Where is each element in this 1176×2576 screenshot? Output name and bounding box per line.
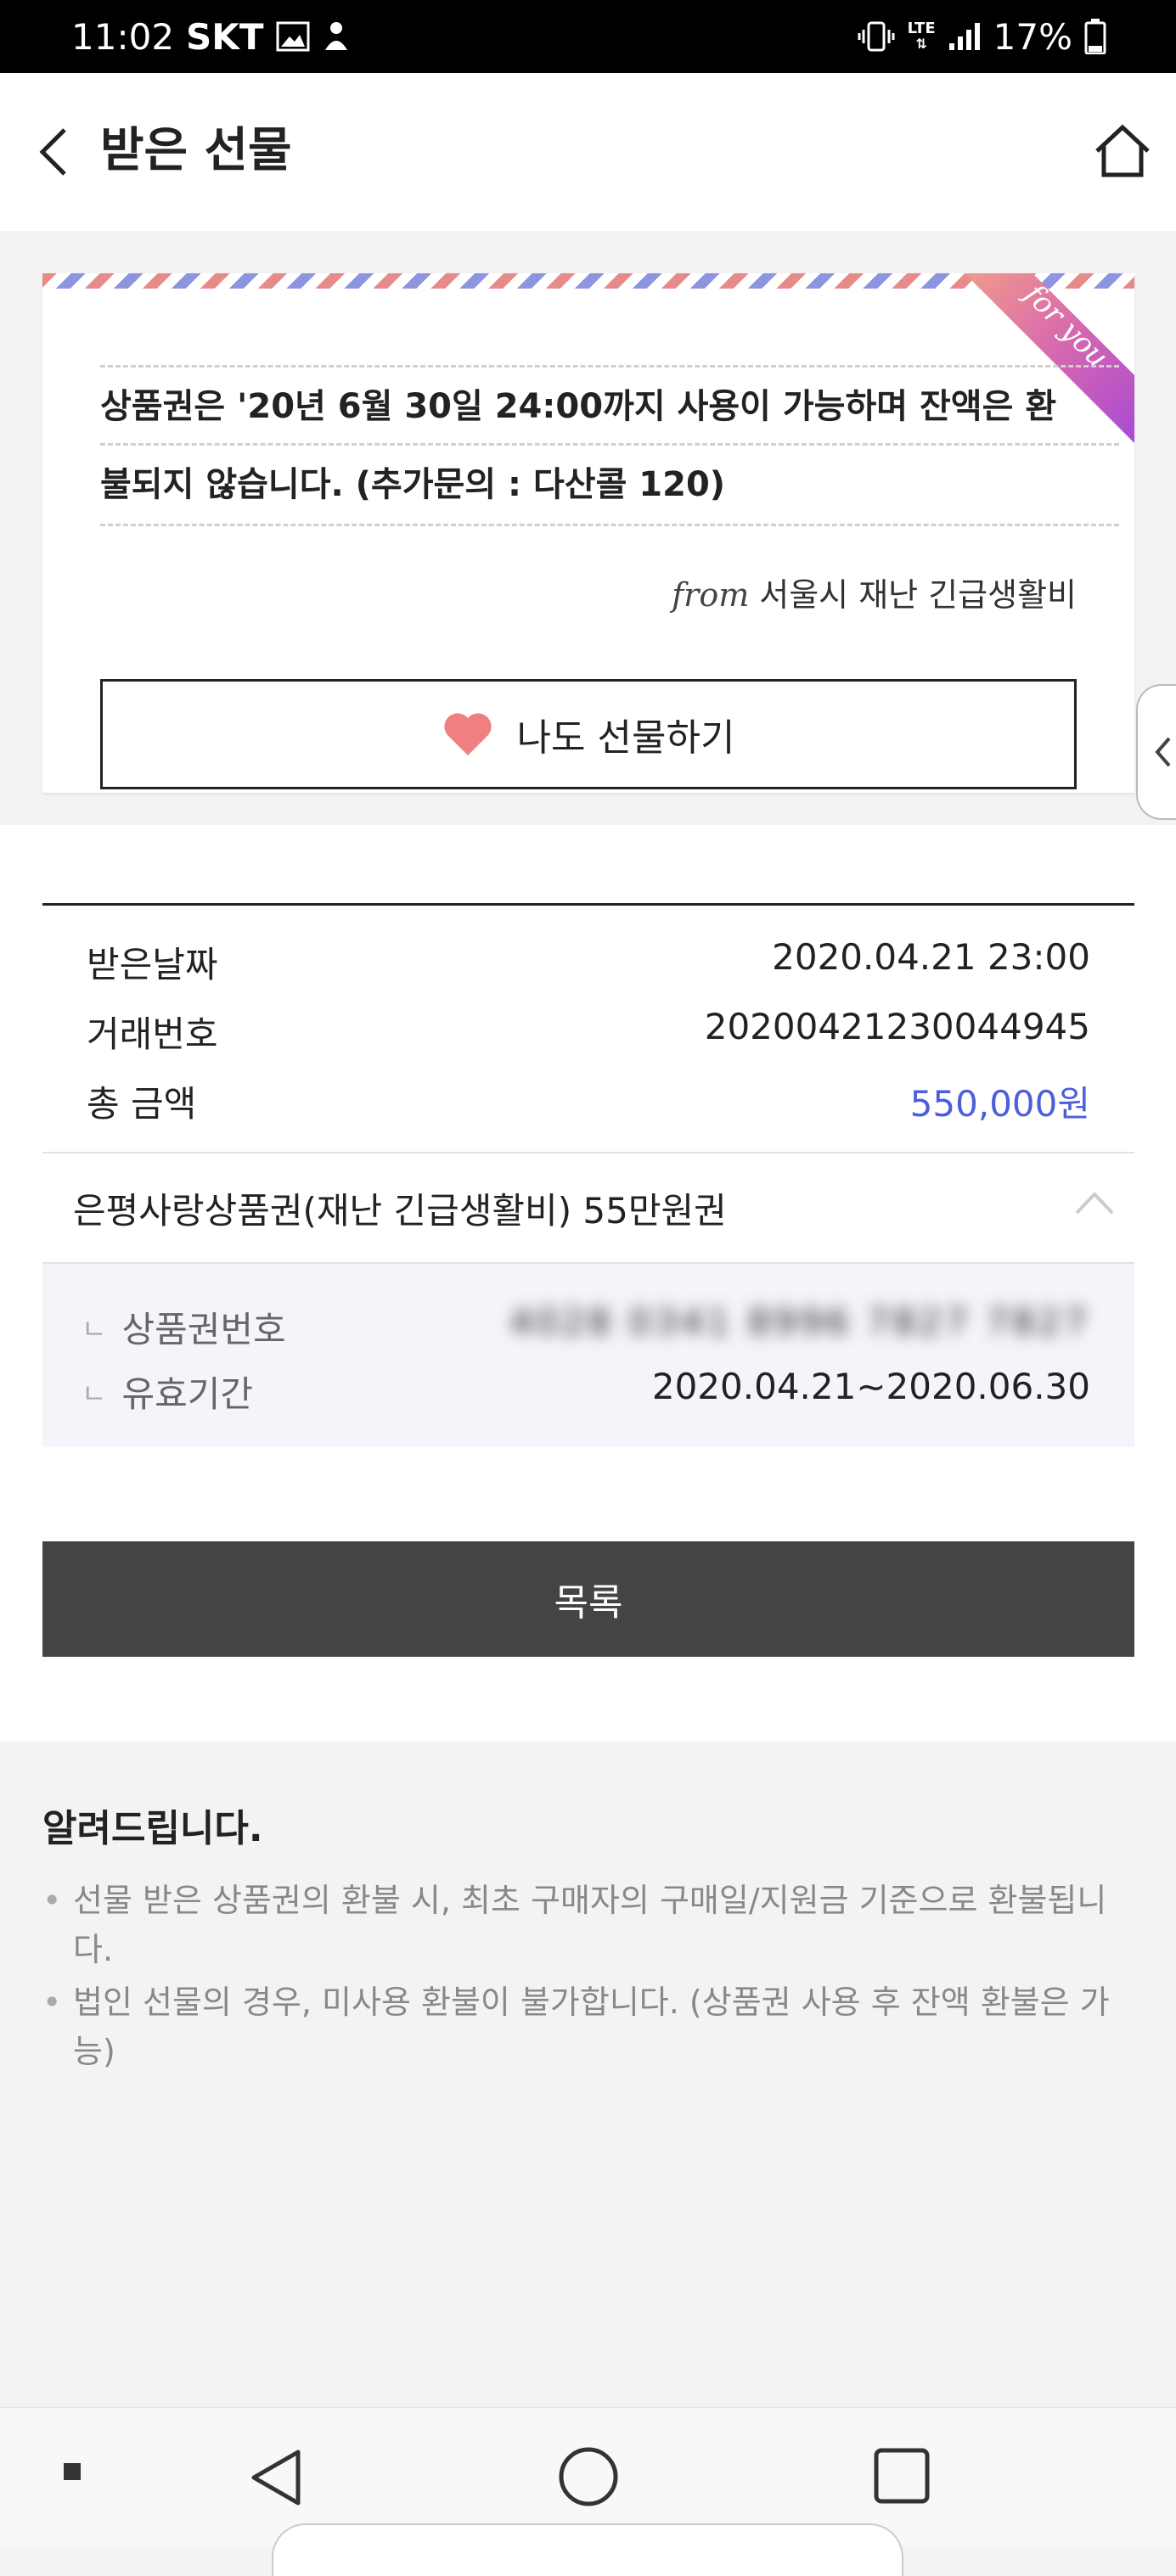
app-header: 받은 선물 [0, 73, 1176, 231]
notice-section: 알려드립니다. 선물 받은 상품권의 환불 시, 최초 구매자의 구매일/지원금… [0, 1742, 1176, 2407]
product-details: ㄴ 상품권번호 4028 0341 8996 7827 7827 ㄴ 유효기간 … [42, 1264, 1134, 1447]
nav-home-button[interactable] [557, 2445, 620, 2508]
gift-info-section: 받은날짜 2020.04.21 23:00 거래번호 2020042123004… [0, 825, 1176, 1742]
signal-icon [948, 21, 982, 52]
battery-percent: 17% [993, 15, 1072, 58]
status-bar: 11:02 SKT LTE ⇅ 17% [0, 0, 1176, 73]
chevron-left-icon [39, 128, 66, 176]
gift-message: 상품권은 '20년 6월 30일 24:00까지 사용이 가능하며 잔액은 환 … [100, 365, 1119, 526]
home-icon [1095, 124, 1150, 177]
page-title: 받은 선물 [100, 123, 292, 178]
info-value: 2020.04.21 23:00 [772, 936, 1090, 978]
nav-recents-button[interactable] [871, 2445, 932, 2506]
chevron-left-icon [1155, 737, 1171, 767]
info-row-received-date: 받은날짜 2020.04.21 23:00 [42, 926, 1134, 996]
network-type: LTE [907, 20, 936, 37]
gift-sender: from 서울시 재난 긴급생활비 [672, 569, 1077, 615]
square-recents-icon [874, 2448, 930, 2504]
detail-label-wrap: ㄴ 유효기간 [82, 1366, 253, 1417]
notice-title: 알려드립니다. [42, 1807, 263, 1850]
detail-label: 유효기간 [121, 1373, 254, 1415]
gift-card: for you 상품권은 '20년 6월 30일 24:00까지 사용이 가능하… [42, 273, 1134, 793]
gesture-pill [272, 2523, 903, 2576]
notice-list: 선물 받은 상품권의 환불 시, 최초 구매자의 구매일/지원금 기준으로 환불… [42, 1876, 1134, 2079]
nav-back-button[interactable] [246, 2445, 306, 2510]
from-label: from [672, 576, 750, 614]
triangle-back-icon [251, 2450, 301, 2506]
dot-icon [64, 2463, 81, 2480]
back-button[interactable] [37, 124, 80, 180]
nav-menu-dot[interactable] [59, 2459, 85, 2484]
detail-row-voucher-number: ㄴ 상품권번호 4028 0341 8996 7827 7827 [42, 1294, 1134, 1354]
product-accordion-header[interactable]: 은평사랑상품권(재난 긴급생활비) 55만원권 [42, 1153, 1134, 1264]
gift-message-line: 불되지 않습니다. (추가문의 : 다산콜 120) [100, 465, 726, 504]
heart-icon [443, 713, 492, 755]
home-button[interactable] [1092, 121, 1153, 182]
system-nav-bar [0, 2407, 1176, 2576]
notice-item: 법인 선물의 경우, 미사용 환불이 불가합니다. (상품권 사용 후 잔액 환… [42, 1978, 1134, 2076]
info-row-total-amount: 총 금액 550,000원 [42, 1065, 1134, 1135]
info-label: 거래번호 [87, 1013, 218, 1055]
info-value: 20200421230044945 [704, 1006, 1090, 1047]
vibrate-icon [857, 20, 896, 53]
info-label: 받은날짜 [87, 944, 218, 985]
send-gift-button[interactable]: 나도 선물하기 [100, 679, 1077, 789]
gallery-icon [276, 21, 310, 52]
sub-item-icon: ㄴ [82, 1312, 107, 1345]
gift-info-table: 받은날짜 2020.04.21 23:00 거래번호 2020042123004… [42, 903, 1134, 1447]
status-time: 11:02 [71, 15, 175, 58]
total-amount: 550,000원 [909, 1083, 1090, 1125]
product-name: 은평사랑상품권(재난 긴급생활비) 55만원권 [73, 1190, 727, 1232]
sender-name: 서울시 재난 긴급생활비 [759, 576, 1077, 614]
detail-row-validity: ㄴ 유효기간 2020.04.21~2020.06.30 [42, 1359, 1134, 1418]
list-button[interactable]: 목록 [42, 1541, 1134, 1657]
info-label: 총 금액 [87, 1083, 197, 1125]
detail-label: 상품권번호 [121, 1309, 286, 1350]
lte-icon: LTE ⇅ [907, 20, 936, 52]
status-carrier: SKT [186, 15, 264, 58]
notice-item: 선물 받은 상품권의 환불 시, 최초 구매자의 구매일/지원금 기준으로 환불… [42, 1876, 1134, 1974]
voucher-number: 4028 0341 8996 7827 7827 [509, 1301, 1090, 1343]
detail-label-wrap: ㄴ 상품권번호 [82, 1301, 286, 1353]
sub-item-icon: ㄴ [82, 1377, 107, 1410]
chevron-up-icon[interactable] [1073, 1186, 1116, 1220]
circle-home-icon [559, 2447, 618, 2506]
notification-icon [322, 20, 351, 53]
side-drawer-handle[interactable] [1136, 684, 1176, 820]
info-row-transaction-number: 거래번호 20200421230044945 [42, 996, 1134, 1065]
gift-message-line: 상품권은 '20년 6월 30일 24:00까지 사용이 가능하며 잔액은 환 [100, 368, 1119, 446]
send-gift-label: 나도 선물하기 [516, 716, 735, 760]
validity-period: 2020.04.21~2020.06.30 [651, 1366, 1090, 1407]
battery-icon [1084, 19, 1106, 54]
gift-card-section: for you 상품권은 '20년 6월 30일 24:00까지 사용이 가능하… [0, 231, 1176, 825]
